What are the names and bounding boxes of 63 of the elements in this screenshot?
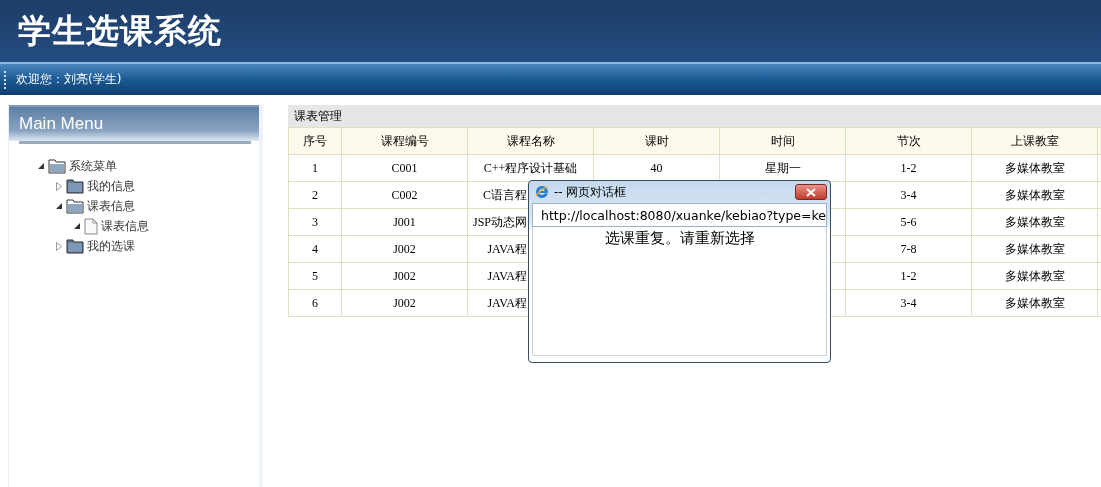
table-cell: 40 [650,160,663,175]
table-cell: J002 [393,295,416,310]
table-cell: JSP动态网 [472,214,527,229]
table-cell: 多媒体教室 [1004,295,1065,310]
table-cell: C语言程 [483,187,527,202]
folder-icon [48,158,66,174]
tree-item[interactable]: 系统菜单 [69,157,117,175]
table-cell: 4 [312,241,318,256]
document-icon [84,217,98,235]
table-cell: 星期一 [764,160,801,175]
table-cell: 3 [312,214,318,229]
welcome-text: 欢迎您：刘亮(学生) [16,71,122,88]
table-cell: J002 [393,268,416,283]
table-cell: 5 [312,268,318,283]
column-header: 序号 [303,133,327,148]
column-header: 上课教室 [1010,133,1059,148]
column-header: 节次 [896,133,921,148]
table-cell: 1-2 [900,160,917,175]
dialog-message: 选课重复。请重新选择 [604,229,755,248]
table-title: 课表管理 [294,107,342,125]
table-cell: C001 [391,160,418,175]
table-cell: 多媒体教室 [1004,241,1065,256]
table-cell: 3-4 [900,187,917,202]
table-cell: 1 [312,160,318,175]
table-cell: 多媒体教室 [1004,160,1065,175]
folder-icon [66,178,84,194]
collapsed-arrow-icon[interactable] [55,181,63,191]
table-cell: 3-4 [900,295,917,310]
dialog-title: -- 网页对话框 [554,183,627,201]
close-button[interactable] [795,184,827,200]
tree-item[interactable]: 我的信息 [87,177,135,195]
table-cell: 多媒体教室 [1004,268,1065,283]
table-cell: JAVA程 [487,241,527,256]
table-cell: 多媒体教室 [1004,214,1065,229]
tree-item[interactable]: 我的选课 [87,237,135,255]
column-header: 课时 [644,133,669,148]
column-header: 课程编号 [380,133,429,148]
table-cell: 6 [312,295,318,310]
table-cell: 5-6 [900,214,917,229]
expanded-arrow-icon[interactable] [73,222,81,230]
table-cell: 7-8 [900,241,917,256]
address-field[interactable]: http://localhost:8080/xuanke/kebiao?type=ke [532,203,827,227]
table-cell: JAVA程 [487,295,527,310]
close-icon [806,187,816,197]
table-cell: 2 [312,187,318,202]
collapsed-arrow-icon[interactable] [55,241,63,251]
expanded-arrow-icon[interactable] [37,162,45,170]
folder-icon [66,198,84,214]
table-cell: C++程序设计基础 [483,160,578,175]
table-cell: JAVA程 [487,268,527,283]
expanded-arrow-icon[interactable] [55,202,63,210]
app-title: 学生选课系统 [18,9,222,52]
tree-item[interactable]: 课表信息 [101,217,149,235]
column-header: 时间 [770,133,795,148]
folder-icon [66,238,84,254]
table-cell: J002 [393,241,416,256]
menu-title: Main Menu [19,114,104,134]
table-cell: 多媒体教室 [1004,187,1065,202]
table-cell: J001 [393,214,416,229]
table-cell: C002 [391,187,418,202]
table-cell: 1-2 [900,268,917,283]
tree-item[interactable]: 课表信息 [87,197,135,215]
column-header: 课程名称 [506,133,555,148]
